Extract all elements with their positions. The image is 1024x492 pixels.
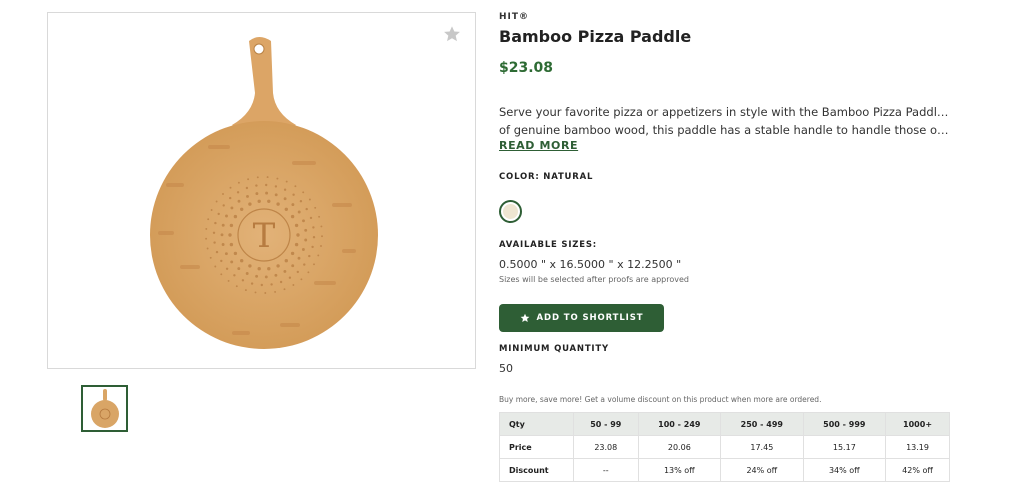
table-header-cell: 1000+ <box>885 412 950 436</box>
color-label: COLOR: NATURAL <box>499 172 594 182</box>
shortlist-label: ADD TO SHORTLIST <box>536 313 644 323</box>
table-header-row: Qty 50 - 99 100 - 249 250 - 499 500 - 99… <box>499 412 950 436</box>
size-value: 0.5000 " x 16.5000 " x 12.2500 " <box>499 258 682 271</box>
table-cell: 20.06 <box>637 435 722 459</box>
pizza-paddle-image: T <box>150 37 378 349</box>
product-price: $23.08 <box>499 60 554 76</box>
description-line: Serve your favorite pizza or appetizers … <box>499 105 949 119</box>
swatch-fill <box>503 204 518 219</box>
table-cell: 23.08 <box>573 435 639 459</box>
table-header-cell: 500 - 999 <box>802 412 887 436</box>
product-thumbnail[interactable] <box>81 385 128 432</box>
table-row: Price 23.08 20.06 17.45 15.17 13.19 <box>499 435 950 459</box>
table-cell: -- <box>573 458 639 482</box>
star-icon <box>520 313 529 322</box>
product-title: Bamboo Pizza Paddle <box>499 27 692 46</box>
table-cell: Discount <box>499 458 574 482</box>
table-cell: 42% off <box>885 458 950 482</box>
brand-name: HIT® <box>499 12 530 22</box>
volume-discount-note: Buy more, save more! Get a volume discou… <box>499 395 822 404</box>
size-note: Sizes will be selected after proofs are … <box>499 275 689 284</box>
star-icon[interactable] <box>443 25 461 43</box>
table-cell: 24% off <box>720 458 804 482</box>
table-cell: 17.45 <box>720 435 804 459</box>
color-swatch-natural[interactable] <box>499 200 522 223</box>
description-line: of genuine bamboo wood, this paddle has … <box>499 123 949 137</box>
table-cell: Price <box>499 435 574 459</box>
table-cell: 13.19 <box>885 435 950 459</box>
volume-pricing-table: Qty 50 - 99 100 - 249 250 - 499 500 - 99… <box>499 412 950 482</box>
product-main-image[interactable]: T <box>47 12 476 369</box>
table-row: Discount -- 13% off 24% off 34% off 42% … <box>499 458 950 482</box>
table-cell: 15.17 <box>802 435 887 459</box>
monogram-letter: T <box>253 216 276 256</box>
thumbnail-paddle-image <box>91 389 119 428</box>
table-cell: 13% off <box>637 458 722 482</box>
minimum-quantity-label: MINIMUM QUANTITY <box>499 344 609 354</box>
add-to-shortlist-button[interactable]: ADD TO SHORTLIST <box>499 304 664 332</box>
product-description: Serve your favorite pizza or appetizers … <box>499 103 949 139</box>
read-more-link[interactable]: READ MORE <box>499 139 578 152</box>
table-header-cell: 100 - 249 <box>637 412 722 436</box>
table-header-cell: 250 - 499 <box>720 412 804 436</box>
minimum-quantity-value: 50 <box>499 362 513 375</box>
table-cell: 34% off <box>802 458 887 482</box>
available-sizes-label: AVAILABLE SIZES: <box>499 240 597 250</box>
table-header-cell: 50 - 99 <box>573 412 639 436</box>
table-header-cell: Qty <box>499 412 574 436</box>
